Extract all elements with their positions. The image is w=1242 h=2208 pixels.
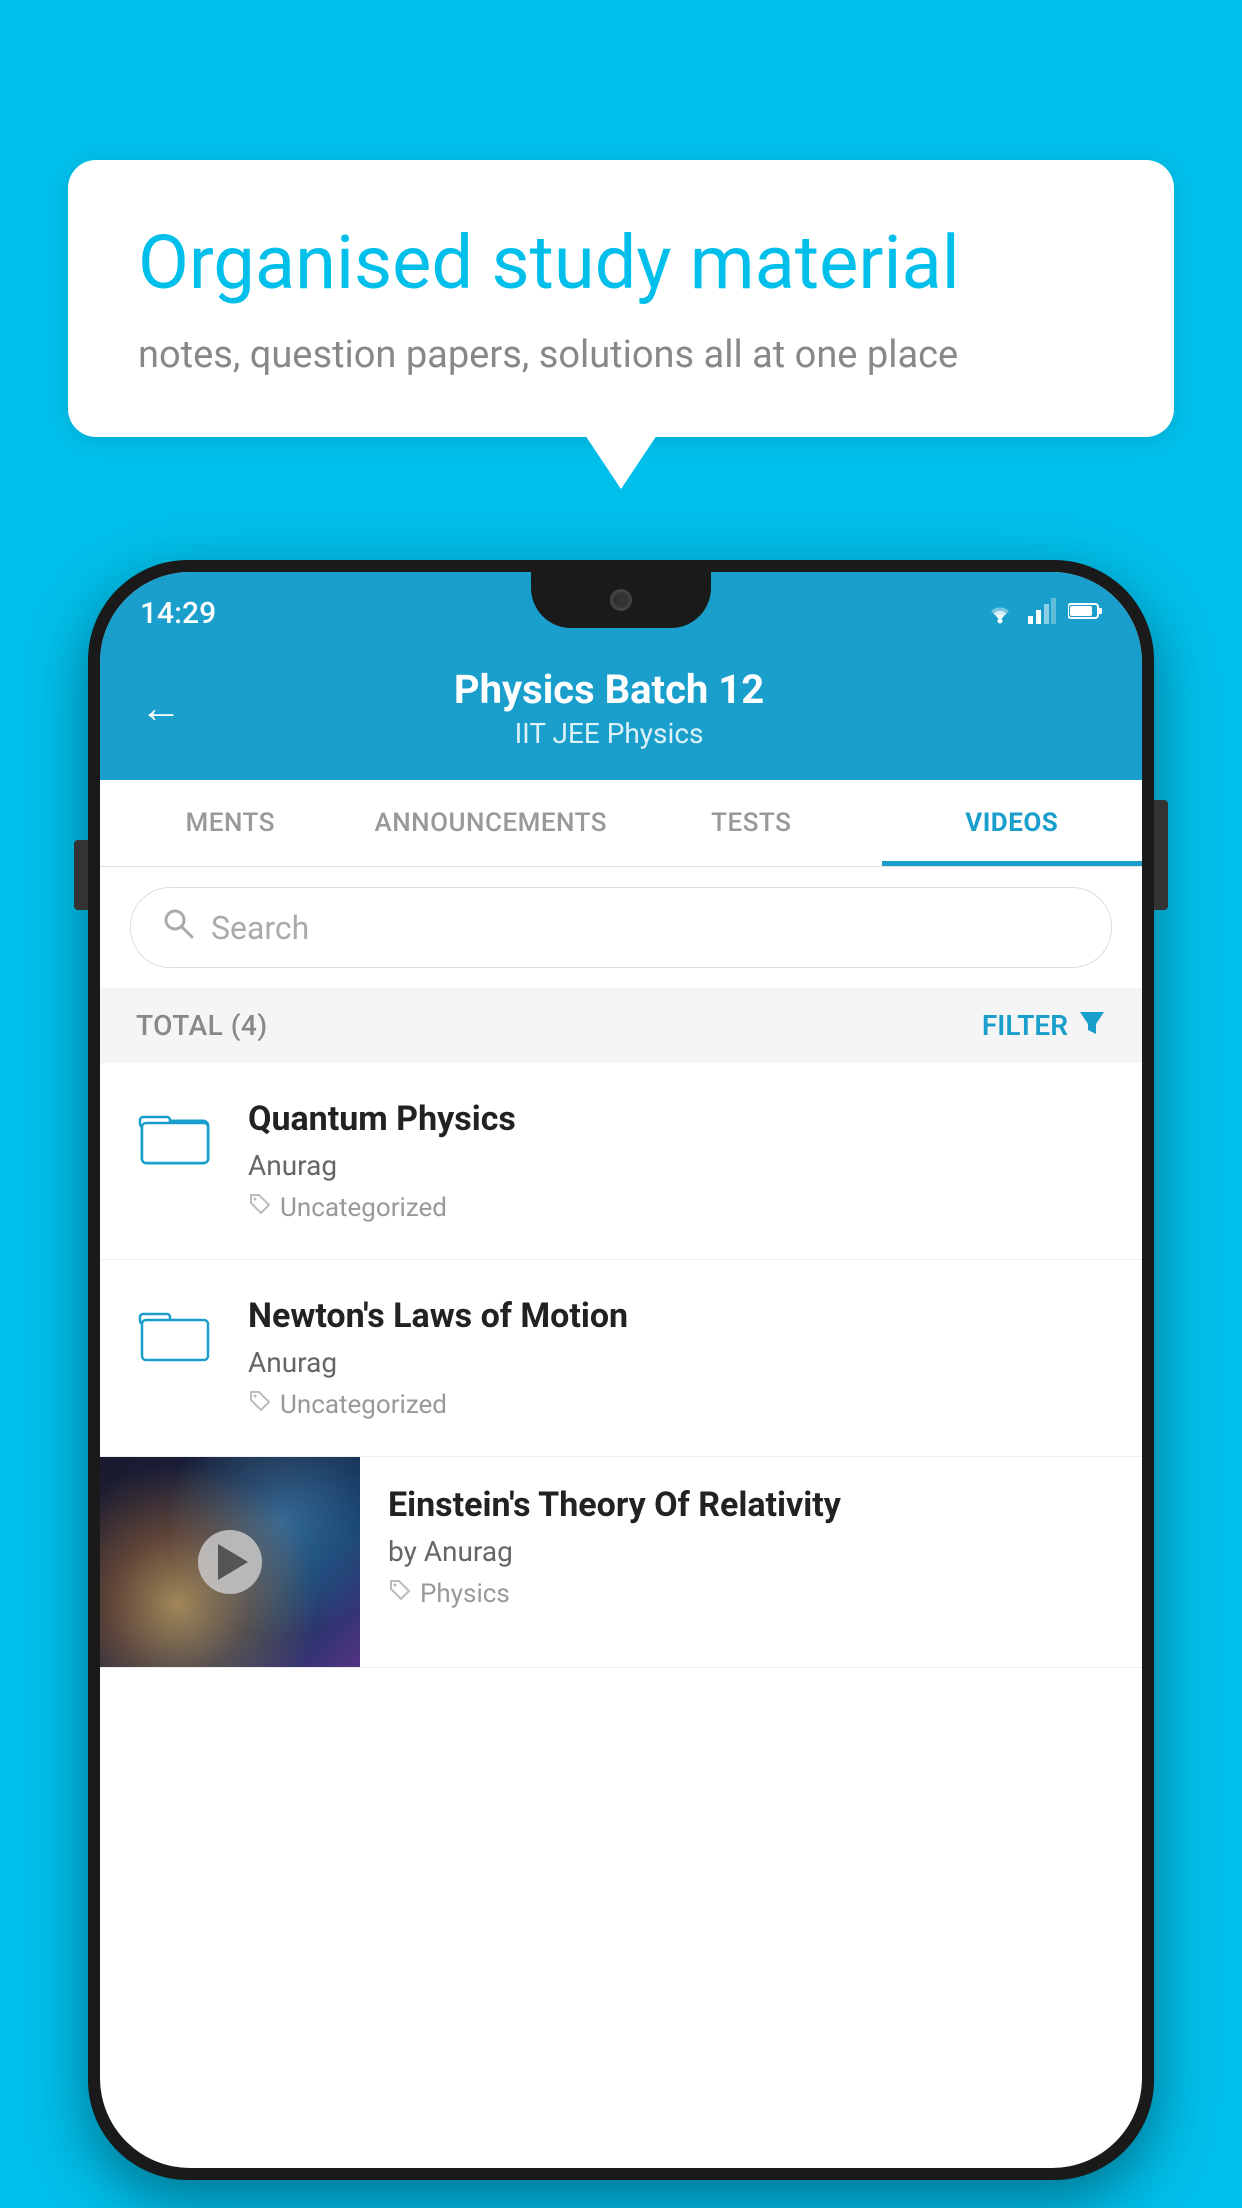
video-tag: Uncategorized	[248, 1192, 1112, 1223]
list-item[interactable]: Quantum Physics Anurag Uncategorized	[100, 1063, 1142, 1260]
power-button	[1154, 800, 1168, 910]
speech-bubble-container: Organised study material notes, question…	[68, 160, 1174, 437]
play-button[interactable]	[198, 1530, 262, 1594]
back-button[interactable]: ←	[140, 684, 182, 733]
status-time: 14:29	[140, 596, 216, 631]
phone-screen: 14:29	[100, 572, 1142, 2168]
header-title-group: Physics Batch 12 IIT JEE Physics	[206, 666, 1012, 750]
tab-videos[interactable]: VIDEOS	[882, 780, 1143, 866]
tag-icon	[248, 1389, 272, 1420]
video-title: Newton's Laws of Motion	[248, 1296, 1112, 1336]
speech-bubble-title: Organised study material	[138, 220, 1104, 309]
volume-button	[74, 840, 88, 910]
front-camera	[610, 589, 632, 611]
status-icons	[984, 598, 1102, 628]
tab-bar: MENTS ANNOUNCEMENTS TESTS VIDEOS	[100, 780, 1142, 867]
video-list: Quantum Physics Anurag Uncategorized	[100, 1063, 1142, 1668]
battery-icon	[1068, 601, 1102, 625]
video-author: Anurag	[248, 1149, 1112, 1182]
tab-tests[interactable]: TESTS	[621, 780, 882, 866]
list-item[interactable]: Newton's Laws of Motion Anurag Uncategor…	[100, 1260, 1142, 1457]
phone-mockup: 14:29	[88, 560, 1154, 2180]
play-icon	[218, 1544, 248, 1580]
folder-icon	[138, 1300, 212, 1364]
wifi-icon	[984, 598, 1016, 628]
video-tag: Physics	[388, 1578, 1116, 1609]
tag-icon	[388, 1578, 412, 1609]
video-info: Newton's Laws of Motion Anurag Uncategor…	[248, 1296, 1112, 1420]
header-subtitle: IIT JEE Physics	[206, 717, 1012, 750]
filter-bar: TOTAL (4) FILTER	[100, 988, 1142, 1063]
tab-ments[interactable]: MENTS	[100, 780, 361, 866]
list-item[interactable]: Einstein's Theory Of Relativity by Anura…	[100, 1457, 1142, 1668]
video-info: Quantum Physics Anurag Uncategorized	[248, 1099, 1112, 1223]
speech-bubble-subtitle: notes, question papers, solutions all at…	[138, 333, 1104, 377]
filter-icon	[1078, 1008, 1106, 1043]
tag-icon	[248, 1192, 272, 1223]
video-title: Einstein's Theory Of Relativity	[388, 1485, 1116, 1525]
folder-icon	[138, 1103, 212, 1167]
search-container: Search	[100, 867, 1142, 988]
search-input[interactable]: Search	[211, 909, 309, 947]
video-icon-container	[130, 1296, 220, 1364]
signal-icon	[1028, 598, 1056, 628]
video-author: by Anurag	[388, 1535, 1116, 1568]
filter-button[interactable]: FILTER	[982, 1008, 1106, 1043]
phone-notch	[531, 572, 711, 628]
search-icon	[161, 906, 195, 949]
app-header: ← Physics Batch 12 IIT JEE Physics	[100, 646, 1142, 780]
video-author: Anurag	[248, 1346, 1112, 1379]
video-icon-container	[130, 1099, 220, 1167]
video-thumbnail	[100, 1457, 360, 1667]
phone-outer: 14:29	[88, 560, 1154, 2180]
video-info: Einstein's Theory Of Relativity by Anura…	[360, 1457, 1142, 1637]
speech-bubble: Organised study material notes, question…	[68, 160, 1174, 437]
header-title: Physics Batch 12	[206, 666, 1012, 713]
video-tag: Uncategorized	[248, 1389, 1112, 1420]
search-bar[interactable]: Search	[130, 887, 1112, 968]
total-count: TOTAL (4)	[136, 1009, 268, 1042]
filter-label: FILTER	[982, 1009, 1068, 1042]
tab-announcements[interactable]: ANNOUNCEMENTS	[361, 780, 622, 866]
video-title: Quantum Physics	[248, 1099, 1112, 1139]
